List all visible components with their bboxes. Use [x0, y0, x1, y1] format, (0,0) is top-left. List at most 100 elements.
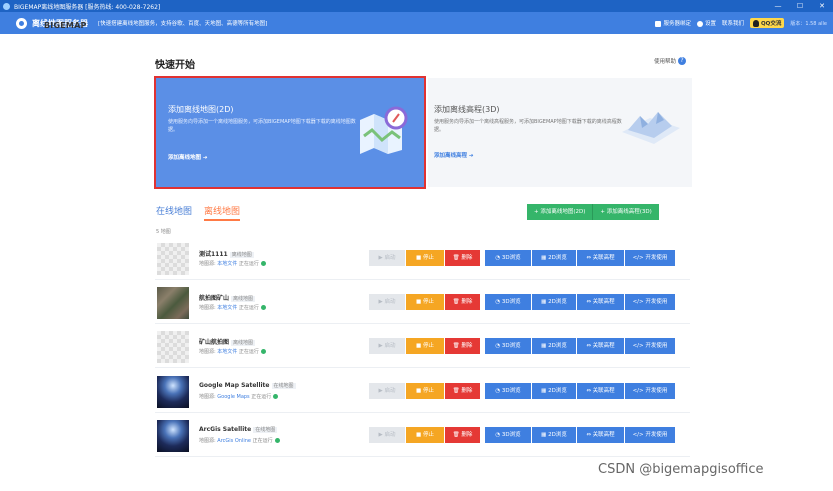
map-row: Google Map Satellite 在线地图 地图源: Google Map…: [155, 373, 690, 413]
view-3d-button[interactable]: ◔ 3D浏览: [485, 338, 531, 354]
row-actions: ▶ 启动 ■ 停止 🗑 删除 ◔ 3D浏览 ▦ 2D浏览 ⇔ 关联高程 </> …: [369, 250, 675, 266]
map-row: ArcGis Satellite 在线地图 地图源: ArcGis Online …: [155, 417, 690, 457]
app-icon: [3, 2, 10, 10]
stop-button[interactable]: ■ 停止: [406, 338, 444, 354]
developer-use-button[interactable]: </> 开发使用: [625, 427, 675, 443]
map-thumbnail: [157, 376, 189, 408]
start-button[interactable]: ▶ 启动: [369, 427, 405, 443]
link-elevation-button[interactable]: ⇔ 关联高程: [577, 383, 624, 399]
view-3d-button[interactable]: ◔ 3D浏览: [485, 427, 531, 443]
stop-button[interactable]: ■ 停止: [406, 294, 444, 310]
view-2d-button[interactable]: ▦ 2D浏览: [532, 250, 576, 266]
map-type-badge: 在线地图: [271, 383, 296, 389]
stop-button[interactable]: ■ 停止: [406, 250, 444, 266]
elev-card-title: 添加离线高程(3D): [434, 105, 500, 114]
map-row: 航拍图矿山 离线地图 地图源: 本地文件 正在运行 ▶ 启动 ■ 停止 🗑 删除 …: [155, 284, 690, 324]
view-2d-button[interactable]: ▦ 2D浏览: [532, 427, 576, 443]
folded-map-icon: [360, 106, 408, 154]
app-header: BIGEMAP 离线地图服务器 [快速搭建离线地图服务，支持谷歌、百度、天地图、…: [0, 12, 833, 34]
map-source: 地图源: Google Maps 正在运行: [199, 393, 279, 400]
map-count: 5 地图: [156, 229, 171, 235]
minimize-button[interactable]: —: [767, 0, 789, 12]
status-dot-icon: [260, 305, 266, 310]
tab-offline-maps[interactable]: 离线地图: [204, 204, 241, 221]
view-2d-button[interactable]: ▦ 2D浏览: [532, 338, 576, 354]
map-status: 正在运行: [252, 438, 273, 444]
elev-card-desc: 使用服务向导添加一个离线高程服务，可添加BIGEMAP地图下载器下载的离线高程数…: [434, 119, 622, 133]
link-elevation-button[interactable]: ⇔ 关联高程: [577, 427, 624, 443]
add-offline-elevation-link[interactable]: 添加离线高程 ➔: [434, 151, 474, 159]
add-offline-elevation-button[interactable]: + 添加离线高程(3D): [592, 204, 659, 220]
contact-link[interactable]: 联系我们: [722, 19, 744, 27]
brand-name: BIGEMAP: [44, 21, 87, 30]
stop-button[interactable]: ■ 停止: [406, 427, 444, 443]
csdn-watermark: CSDN @bigemapgisoffice: [598, 462, 764, 477]
map-name: ArcGis Satellite 在线地图: [199, 426, 278, 433]
map-type-badge: 离线地图: [231, 340, 256, 346]
delete-button[interactable]: 🗑 删除: [445, 383, 480, 399]
view-3d-button[interactable]: ◔ 3D浏览: [485, 250, 531, 266]
terrain-icon: [622, 112, 680, 144]
map-status: 正在运行: [251, 394, 272, 400]
map-source-link[interactable]: ArcGis Online: [217, 438, 251, 444]
map-status: 正在运行: [238, 349, 259, 355]
map-source-link[interactable]: 本地文件: [217, 305, 237, 311]
map-thumbnail: [157, 420, 189, 452]
map-name: Google Map Satellite 在线地图: [199, 382, 296, 389]
map-thumbnail: [157, 331, 189, 363]
server-bind-link[interactable]: 服务器绑定: [655, 19, 691, 27]
version-text: 版本：1.58 alle: [790, 20, 827, 27]
view-3d-button[interactable]: ◔ 3D浏览: [485, 294, 531, 310]
window-controls: — ☐ ✕: [767, 0, 833, 12]
map-status: 正在运行: [238, 305, 259, 311]
link-elevation-button[interactable]: ⇔ 关联高程: [577, 338, 624, 354]
view-2d-button[interactable]: ▦ 2D浏览: [532, 383, 576, 399]
map-thumbnail: [157, 287, 189, 319]
map-source-link[interactable]: 本地文件: [217, 261, 237, 267]
developer-use-button[interactable]: </> 开发使用: [625, 250, 675, 266]
header-tagline: [快速搭建离线地图服务，支持谷歌、百度、天地图、高德等所有地图]: [98, 21, 268, 27]
view-3d-button[interactable]: ◔ 3D浏览: [485, 383, 531, 399]
delete-button[interactable]: 🗑 删除: [445, 338, 480, 354]
delete-button[interactable]: 🗑 删除: [445, 294, 480, 310]
close-button[interactable]: ✕: [811, 0, 833, 12]
map-row: 矿山航拍图 离线地图 地图源: 本地文件 正在运行 ▶ 启动 ■ 停止 🗑 删除 …: [155, 328, 690, 368]
developer-use-button[interactable]: </> 开发使用: [625, 383, 675, 399]
row-actions: ▶ 启动 ■ 停止 🗑 删除 ◔ 3D浏览 ▦ 2D浏览 ⇔ 关联高程 </> …: [369, 338, 675, 354]
map-name: 矿山航拍图 离线地图: [199, 339, 256, 346]
start-button[interactable]: ▶ 启动: [369, 338, 405, 354]
status-dot-icon: [260, 261, 266, 266]
map-source: 地图源: 本地文件 正在运行: [199, 348, 266, 355]
settings-link[interactable]: 设置: [696, 19, 716, 27]
link-elevation-button[interactable]: ⇔ 关联高程: [577, 294, 624, 310]
status-dot-icon: [274, 438, 280, 443]
add-offline-elevation-card[interactable]: 添加离线高程(3D) 使用服务向导添加一个离线高程服务，可添加BIGEMAP地图…: [428, 78, 692, 187]
stop-button[interactable]: ■ 停止: [406, 383, 444, 399]
map-card-title: 添加离线地图(2D): [168, 105, 234, 114]
map-source-link[interactable]: 本地文件: [217, 349, 237, 355]
delete-button[interactable]: 🗑 删除: [445, 427, 480, 443]
start-button[interactable]: ▶ 启动: [369, 250, 405, 266]
developer-use-button[interactable]: </> 开发使用: [625, 294, 675, 310]
tab-online-maps[interactable]: 在线地图: [156, 204, 192, 221]
developer-use-button[interactable]: </> 开发使用: [625, 338, 675, 354]
delete-button[interactable]: 🗑 删除: [445, 250, 480, 266]
add-offline-map-button[interactable]: + 添加离线地图(2D): [527, 204, 593, 220]
add-offline-map-card[interactable]: 添加离线地图(2D) 使用服务向导添加一个离线地图服务，可添加BIGEMAP地图…: [154, 76, 426, 189]
start-button[interactable]: ▶ 启动: [369, 383, 405, 399]
server-bind-label: 服务器绑定: [663, 21, 691, 27]
link-elevation-button[interactable]: ⇔ 关联高程: [577, 250, 624, 266]
qq-button[interactable]: QQ交流: [749, 18, 785, 28]
help-link[interactable]: 使用帮助 ?: [654, 57, 687, 65]
add-offline-map-link[interactable]: 添加离线地图 ➔: [168, 153, 208, 161]
map-source: 地图源: 本地文件 正在运行: [199, 304, 266, 311]
map-type-badge: 在线地图: [253, 427, 278, 433]
map-type-badge: 离线地图: [229, 252, 254, 258]
maximize-button[interactable]: ☐: [789, 0, 811, 12]
map-source-link[interactable]: Google Maps: [217, 394, 249, 400]
map-tabs: 在线地图 离线地图: [156, 204, 241, 221]
start-button[interactable]: ▶ 启动: [369, 294, 405, 310]
quickstart-title: 快速开始: [155, 60, 195, 71]
user-icon: [655, 20, 662, 27]
view-2d-button[interactable]: ▦ 2D浏览: [532, 294, 576, 310]
